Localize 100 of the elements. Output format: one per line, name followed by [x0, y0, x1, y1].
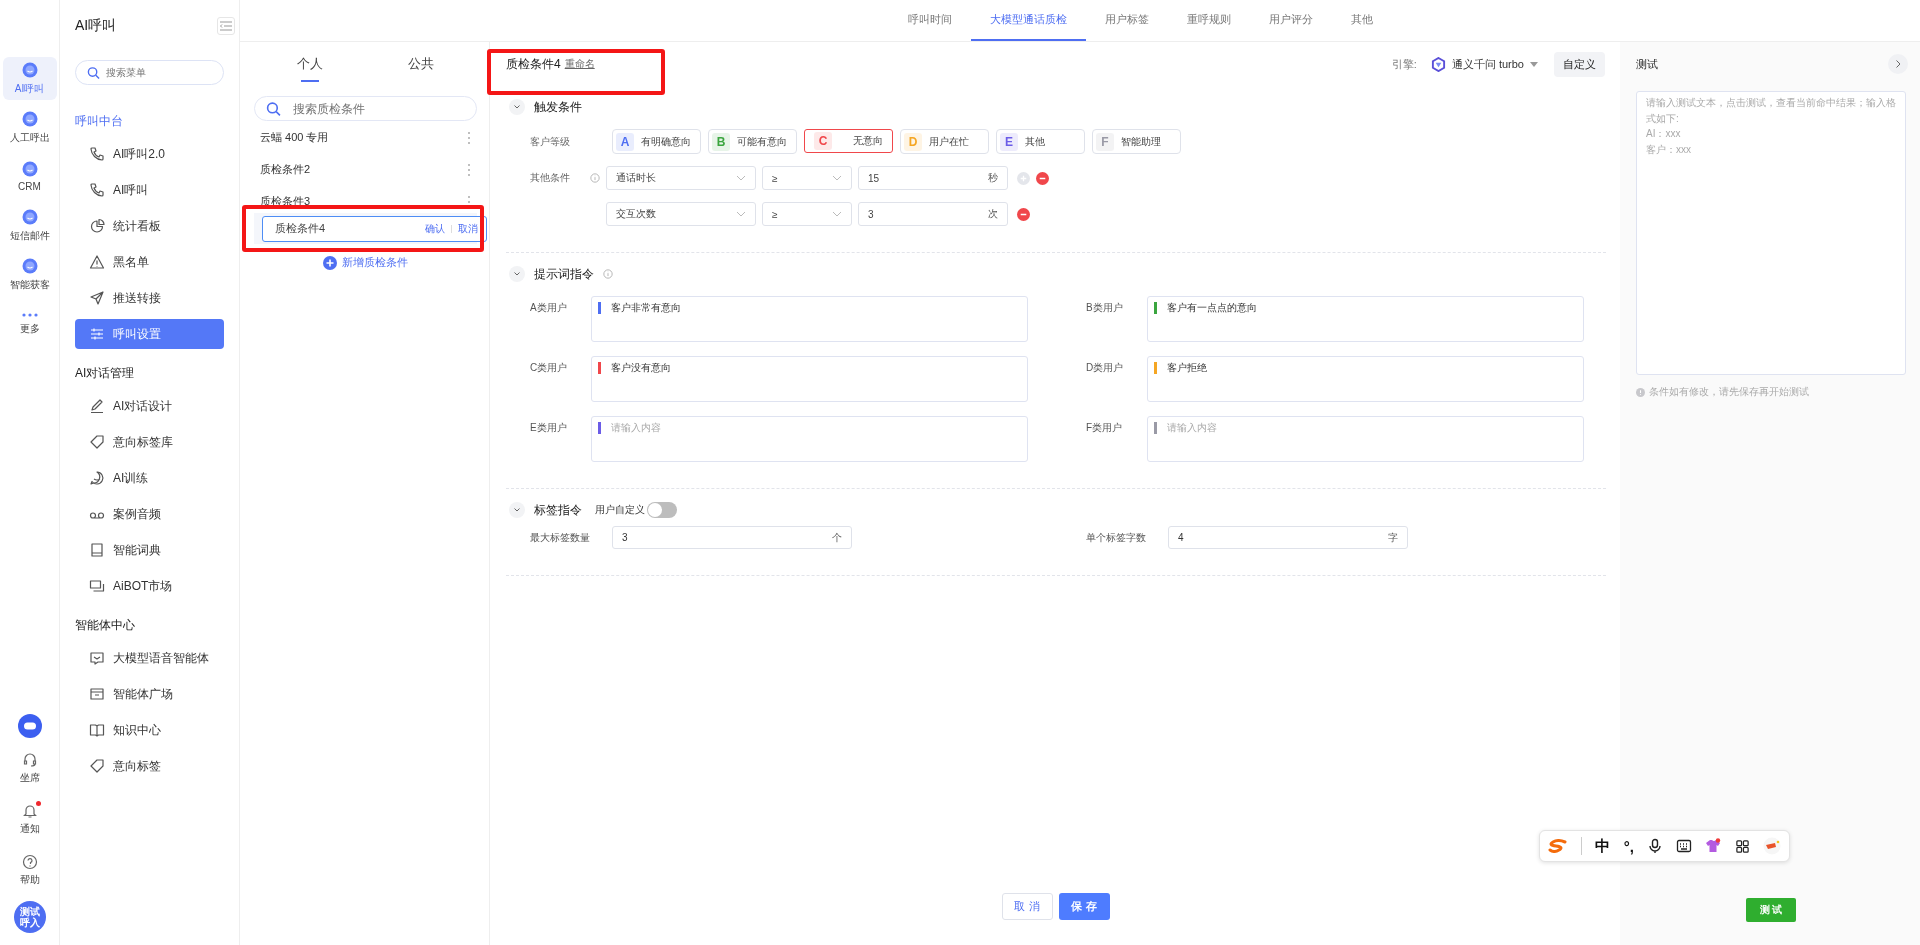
chevron-icon[interactable]: [509, 266, 525, 282]
tab[interactable]: 用户评分: [1249, 0, 1332, 41]
field-select[interactable]: 交互次数: [606, 202, 756, 226]
section-title: 标签指令: [534, 501, 582, 519]
operator-select[interactable]: ≥: [762, 202, 852, 226]
level-letter: A: [616, 132, 634, 151]
user-avatar[interactable]: 测试 呼入: [13, 901, 46, 933]
panel-title: 测试: [1636, 56, 1658, 72]
level-letter: E: [1000, 132, 1018, 151]
rail-item[interactable]: 人工呼出: [2, 106, 57, 149]
sidebar-item[interactable]: 意向标签库: [75, 427, 224, 457]
rail-item[interactable]: 通知: [19, 799, 40, 840]
condition-item[interactable]: 质检条件2: [260, 162, 311, 177]
prompt-field[interactable]: 客户有一点点的意向: [1147, 296, 1584, 342]
sidebar-item[interactable]: 推送转接: [75, 283, 224, 313]
search-field[interactable]: 搜索质检条件: [254, 96, 477, 121]
sidebar-item[interactable]: 呼叫设置: [75, 319, 224, 349]
app-logo-icon[interactable]: [17, 714, 42, 738]
level-chip[interactable]: F 智能助理: [1092, 129, 1181, 154]
tab[interactable]: 重呼规则: [1167, 0, 1250, 41]
field-select[interactable]: 通话时长: [606, 166, 756, 190]
condition-item[interactable]: 云蝠 400 专用: [260, 130, 329, 145]
microphone-icon[interactable]: [1647, 838, 1664, 854]
rail-item[interactable]: 短信邮件: [2, 204, 57, 247]
level-chip[interactable]: A 有明确意向: [612, 129, 701, 154]
test-text-field[interactable]: 请输入测试文本，点击测试，查看当前命中结果；输入格式如下: AI：xxx 客户：xxx: [1636, 91, 1906, 375]
logo-icon[interactable]: [1548, 839, 1568, 853]
prompt-field[interactable]: 客户非常有意向: [591, 296, 1028, 342]
sticker-icon[interactable]: [1762, 837, 1781, 855]
chevron-down-icon: [832, 175, 842, 181]
engine-select[interactable]: 通义千问 turbo: [1430, 56, 1538, 72]
sidebar-item[interactable]: 统计看板: [75, 211, 224, 241]
sidebar-item[interactable]: AI呼叫2.0: [75, 139, 224, 169]
prompt-field[interactable]: 客户没有意向: [591, 356, 1028, 402]
keyboard-icon[interactable]: [1676, 838, 1693, 854]
level-letter: D: [904, 132, 922, 151]
tab[interactable]: 用户标签: [1085, 0, 1168, 41]
chevron-icon[interactable]: [509, 99, 525, 115]
headset-icon: [21, 752, 38, 768]
customize-button[interactable]: 自定义: [1554, 51, 1605, 77]
value-field[interactable]: 15 秒: [858, 166, 1008, 190]
level-chip[interactable]: D 用户在忙: [900, 129, 989, 154]
remove-icon[interactable]: [1036, 171, 1049, 185]
sidebar-item[interactable]: 意向标签: [75, 751, 224, 781]
sidebar-item[interactable]: 智能体广场: [75, 679, 224, 709]
value-field[interactable]: 3 次: [858, 202, 1008, 226]
prompt-field[interactable]: 客户拒绝: [1147, 356, 1584, 402]
chevron-icon[interactable]: [509, 502, 525, 518]
rail-item[interactable]: 坐席: [19, 748, 40, 789]
sidebar-item[interactable]: AI训练: [75, 463, 224, 493]
chevron-down-icon: [832, 211, 842, 217]
sidebar-item[interactable]: AiBOT市场: [75, 571, 224, 601]
model-logo-icon: [1430, 56, 1446, 72]
tab[interactable]: 公共: [408, 55, 435, 82]
rail-item[interactable]: 更多: [2, 302, 57, 345]
rail-item[interactable]: CRM: [2, 155, 57, 198]
rail-item[interactable]: 智能获客: [2, 253, 57, 296]
tab[interactable]: 大模型通话质检: [970, 0, 1086, 41]
level-letter: C: [814, 132, 832, 150]
sidebar-item[interactable]: AI对话设计: [75, 391, 224, 421]
add-condition-button[interactable]: 新增质检条件: [323, 255, 408, 270]
sidebar-item[interactable]: AI呼叫: [75, 175, 224, 205]
more-icon[interactable]: [467, 130, 471, 145]
operator-select[interactable]: ≥: [762, 166, 852, 190]
tab[interactable]: 呼叫时间: [888, 0, 971, 41]
field-label: B类用户: [1086, 301, 1124, 315]
save-button[interactable]: 保 存: [1058, 893, 1110, 920]
confirm-link[interactable]: 确认: [425, 221, 445, 236]
search-field[interactable]: 搜索菜单: [75, 60, 224, 85]
remove-icon[interactable]: [1017, 207, 1030, 221]
info-icon: [590, 173, 600, 183]
punctuation-toggle[interactable]: °,: [1623, 837, 1634, 855]
rename-link[interactable]: 重命名: [564, 57, 595, 71]
tab[interactable]: 其他: [1331, 0, 1392, 41]
rail-item[interactable]: AI呼叫: [2, 57, 57, 100]
level-chip[interactable]: C 无意向: [804, 129, 893, 153]
grid-icon[interactable]: [1734, 838, 1750, 854]
sidebar-item[interactable]: 大模型语音智能体: [75, 643, 224, 673]
menu-group-title: 智能体中心: [75, 617, 136, 634]
number-field[interactable]: 4 字: [1168, 526, 1408, 549]
shirt-icon[interactable]: [1705, 838, 1722, 854]
sidebar-item[interactable]: 知识中心: [75, 715, 224, 745]
tab[interactable]: 个人: [296, 55, 323, 82]
input-mode-toggle[interactable]: 中: [1595, 836, 1611, 856]
level-chip[interactable]: B 可能有意向: [708, 129, 797, 154]
menu-group-title: 呼叫中台: [75, 113, 124, 130]
cancel-button[interactable]: 取 消: [1001, 893, 1053, 920]
number-field[interactable]: 3 个: [612, 526, 852, 549]
rail-item[interactable]: 帮助: [19, 850, 40, 891]
sidebar-item[interactable]: 案例音频: [75, 499, 224, 529]
rename-field[interactable]: 质检条件4 确认 取消: [262, 215, 487, 242]
collapse-menu-icon[interactable]: [217, 17, 235, 35]
cancel-link[interactable]: 取消: [458, 221, 478, 236]
level-chip[interactable]: E 其他: [996, 129, 1085, 154]
robot-icon: [21, 257, 38, 274]
more-icon[interactable]: [467, 162, 471, 177]
sidebar-item[interactable]: 智能词典: [75, 535, 224, 565]
pie-chart-icon: [89, 218, 105, 234]
toggle-switch[interactable]: [647, 502, 677, 518]
sidebar-item[interactable]: 黑名单: [75, 247, 224, 277]
